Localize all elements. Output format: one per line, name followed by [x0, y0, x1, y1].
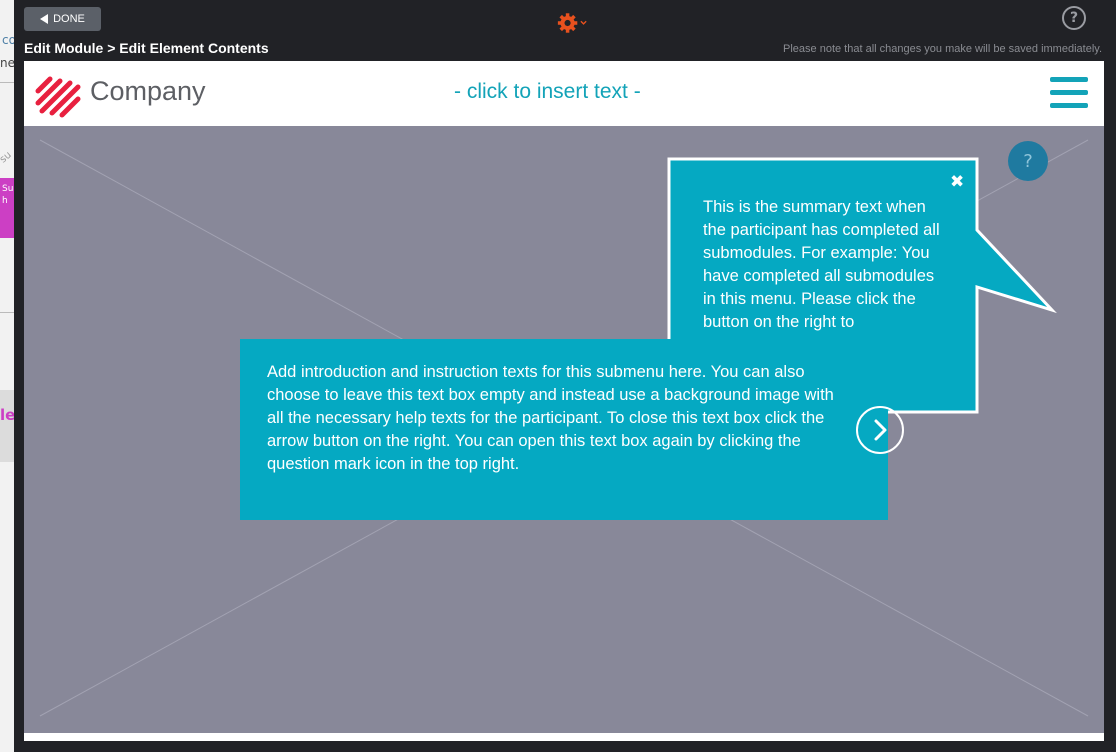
- module-header: Company - click to insert text -: [24, 61, 1104, 126]
- done-button[interactable]: DONE: [24, 7, 101, 31]
- close-icon[interactable]: ✖: [950, 172, 964, 192]
- chevron-down-icon: [580, 20, 587, 25]
- logo-text: Company: [90, 76, 206, 106]
- chevron-right-icon: [874, 419, 887, 441]
- gear-icon: [557, 13, 578, 33]
- divider: [0, 312, 14, 313]
- insert-text-placeholder[interactable]: - click to insert text -: [454, 80, 641, 104]
- intro-text[interactable]: Add introduction and instruction texts f…: [267, 361, 842, 476]
- menu-bar: [1050, 77, 1088, 82]
- peek-text: Su h: [2, 184, 14, 206]
- background-page-peek: co ne su Su h le: [0, 0, 14, 752]
- summary-text: This is the summary text when the partic…: [703, 198, 940, 331]
- peek-pink-block: Su h: [0, 178, 14, 238]
- peek-text: ne: [0, 56, 14, 70]
- peek-grey-block: le: [0, 390, 14, 462]
- menu-bar: [1050, 90, 1088, 95]
- menu-bar: [1050, 103, 1088, 108]
- back-arrow-icon: [40, 14, 49, 24]
- company-logo-icon: [35, 76, 81, 118]
- peek-text: le: [0, 406, 14, 424]
- close-intro-button[interactable]: [856, 406, 904, 454]
- peek-text: co: [2, 33, 14, 47]
- footer-bar: [24, 733, 1104, 741]
- settings-dropdown[interactable]: [557, 10, 587, 36]
- hamburger-icon[interactable]: [1050, 77, 1088, 109]
- help-question-button[interactable]: ?: [1008, 141, 1048, 181]
- done-label: DONE: [53, 13, 85, 25]
- autosave-notice: Please note that all changes you make wi…: [783, 43, 1102, 55]
- question-circle-icon[interactable]: ?: [1062, 6, 1086, 30]
- breadcrumb: Edit Module > Edit Element Contents: [24, 40, 269, 56]
- peek-text: su: [0, 149, 14, 166]
- editor-overlay: DONE ? Edit Module > Edit Element Conten…: [14, 0, 1116, 752]
- intro-text-box: Add introduction and instruction texts f…: [240, 339, 888, 520]
- divider: [0, 82, 14, 83]
